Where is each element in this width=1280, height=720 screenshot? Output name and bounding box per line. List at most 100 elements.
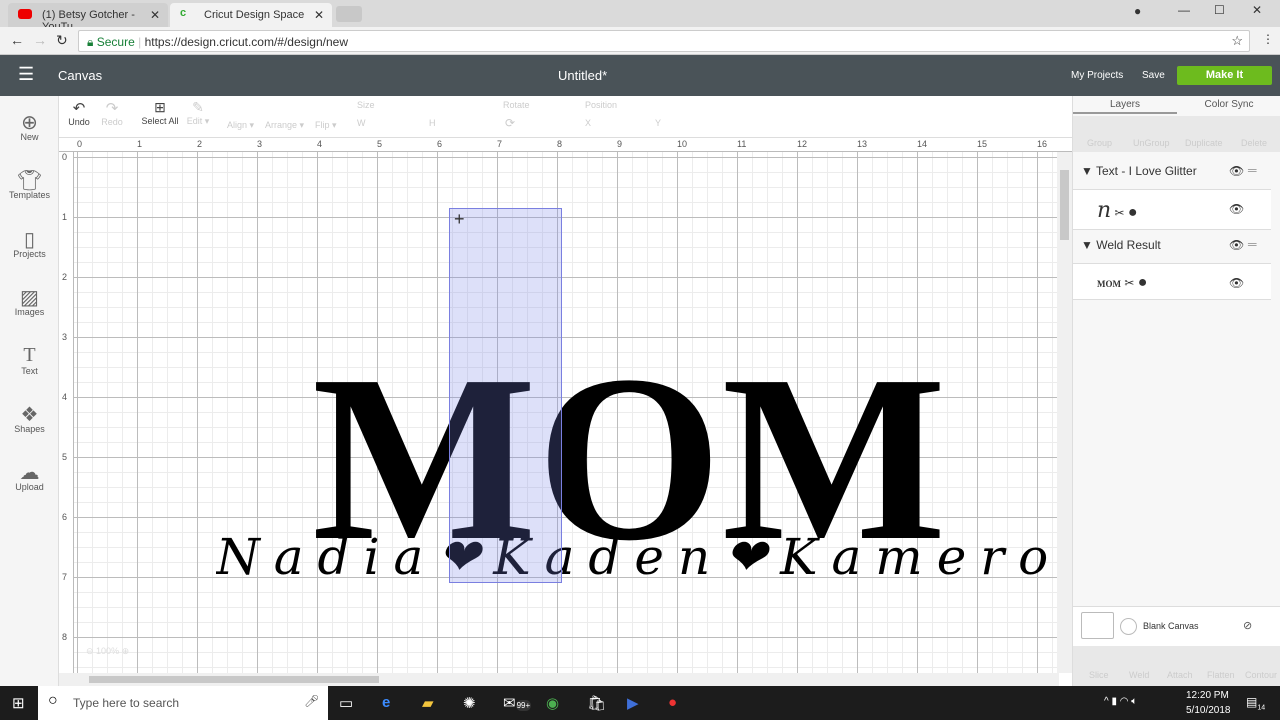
nav-new[interactable]: ⊕ New [0, 110, 59, 142]
width-input[interactable]: W [357, 118, 366, 128]
layer-name: Text - I Love Glitter [1096, 164, 1197, 178]
x-input[interactable]: X [585, 118, 591, 128]
nav-label: Templates [8, 190, 51, 200]
nav-projects[interactable]: ▯ Projects [0, 227, 59, 259]
cricut-app-icon[interactable]: ▶ [627, 694, 639, 712]
menu-icon[interactable]: ⋮ [1262, 32, 1274, 46]
eye-hidden-icon[interactable]: ⊘ [1243, 619, 1252, 632]
ruler-tick-label: 8 [557, 139, 563, 149]
eye-icon[interactable]: 👁︎ [1229, 202, 1244, 216]
drag-handle-icon[interactable]: ═ [1248, 237, 1257, 251]
tab-layers[interactable]: Layers [1073, 96, 1177, 114]
arrange-dropdown[interactable]: Arrange ▾ [265, 120, 304, 131]
color-swatch[interactable]: ● [1128, 204, 1138, 221]
app-icon[interactable]: ✺ [463, 694, 476, 712]
notification-icon[interactable]: ▤14 [1246, 695, 1265, 711]
nav-upload[interactable]: ☁ Upload [0, 460, 59, 492]
maximize-button[interactable]: ☐ [1214, 3, 1225, 17]
layer-group-text[interactable]: ▼ Text - I Love Glitter 👁︎ ═ [1073, 156, 1271, 190]
new-tab-button[interactable] [336, 6, 362, 22]
duplicate-button[interactable]: Duplicate [1185, 138, 1223, 148]
minimize-button[interactable]: — [1178, 3, 1190, 17]
back-icon[interactable]: ← [10, 32, 24, 48]
clock-time[interactable]: 12:20 PM [1186, 690, 1229, 701]
layer-item-weld[interactable]: MOM ✂ ● 👁︎ [1073, 264, 1271, 300]
nav-templates[interactable]: 👕︎ Templates [0, 168, 59, 200]
edit-label: Edit ▾ [186, 116, 210, 126]
nav-images[interactable]: ▨ Images [0, 285, 59, 317]
hamburger-icon[interactable]: ☰ [18, 64, 34, 85]
profile-icon[interactable]: ● [1134, 4, 1141, 18]
ruler-tick-label: 2 [62, 272, 68, 282]
size-label: Size [357, 100, 375, 110]
flatten-button[interactable]: Flatten [1207, 670, 1235, 680]
delete-button[interactable]: Delete [1241, 138, 1267, 148]
nav-shapes[interactable]: ❖ Shapes [0, 402, 59, 434]
search-placeholder: Type here to search [73, 696, 180, 710]
nav-text[interactable]: T Text [0, 344, 59, 376]
close-icon[interactable]: ✕ [314, 8, 324, 22]
blank-canvas-row[interactable]: Blank Canvas ⊘ [1073, 606, 1280, 646]
mail-icon[interactable]: ✉99+ [503, 694, 532, 712]
clock-date[interactable]: 5/10/2018 [1186, 705, 1231, 716]
drag-handle-icon[interactable]: ═ [1248, 163, 1257, 177]
forward-icon[interactable]: → [33, 32, 47, 48]
secure-label: Secure [96, 35, 135, 49]
layer-group-weld[interactable]: ▼ Weld Result 👁︎ ═ [1073, 230, 1271, 264]
undo-button[interactable]: ↶ Undo [67, 99, 91, 127]
y-input[interactable]: Y [655, 118, 661, 128]
edge-icon[interactable]: e [382, 694, 390, 711]
canvas-color-circle[interactable] [1120, 618, 1137, 635]
eye-icon[interactable]: 👁︎ [1229, 164, 1244, 178]
zoom-control[interactable]: ⊖ 100% ⊕ [86, 646, 129, 657]
mic-icon[interactable]: 🎤︎ [304, 694, 319, 708]
file-explorer-icon[interactable]: ▰ [422, 694, 434, 712]
edit-dropdown[interactable]: ✎ Edit ▾ [183, 99, 213, 127]
eye-icon[interactable]: 👁︎ [1229, 276, 1244, 290]
recorder-icon[interactable]: ● [668, 694, 677, 711]
nav-label: Projects [13, 249, 46, 259]
tab-cricut[interactable]: ϲ Cricut Design Space ✕ [170, 3, 332, 27]
selection-box[interactable] [449, 208, 562, 583]
tab-youtube[interactable]: (1) Betsy Gotcher - YouTu✕ [8, 3, 168, 33]
group-button[interactable]: Group [1087, 138, 1112, 148]
names-script-text[interactable]: Nadia❤Kaden❤Kameron [216, 528, 1057, 586]
close-window-button[interactable]: ✕ [1252, 3, 1262, 17]
color-swatch[interactable]: ● [1138, 274, 1148, 291]
height-input[interactable]: H [429, 118, 436, 128]
store-icon[interactable]: 🛍︎ [587, 694, 606, 712]
weld-button[interactable]: Weld [1129, 670, 1149, 680]
layer-item-text[interactable]: n ✂ ● 👁︎ [1073, 190, 1271, 230]
url-input[interactable]: 🔒︎ Secure | https://design.cricut.com/#/… [78, 30, 1250, 52]
ungroup-button[interactable]: UnGroup [1133, 138, 1170, 148]
close-icon[interactable]: ✕ [150, 8, 160, 22]
save-button[interactable]: Save [1142, 70, 1165, 81]
canvas-swatch[interactable] [1081, 612, 1114, 639]
task-view-icon[interactable]: ▭ [339, 694, 353, 712]
vertical-scrollbar[interactable] [1057, 152, 1072, 673]
attach-button[interactable]: Attach [1167, 670, 1193, 680]
reload-icon[interactable]: ↻ [56, 32, 68, 49]
select-all-button[interactable]: ⊞ Select All [141, 99, 179, 126]
redo-button[interactable]: ↷ Redo [99, 99, 125, 127]
make-it-button[interactable]: Make It [1177, 66, 1272, 85]
eye-icon[interactable]: 👁︎ [1229, 238, 1244, 252]
rotate-input[interactable]: ⟳ [505, 116, 515, 130]
blank-canvas-label: Blank Canvas [1143, 621, 1199, 631]
left-sidebar: ⊕ New 👕︎ Templates ▯ Projects ▨ Images T Text… [0, 96, 59, 686]
tab-title: Cricut Design Space [204, 9, 305, 21]
tab-color-sync[interactable]: Color Sync [1177, 96, 1280, 114]
my-projects-link[interactable]: My Projects [1071, 70, 1123, 81]
slice-button[interactable]: Slice [1089, 670, 1109, 680]
flip-dropdown[interactable]: Flip ▾ [315, 120, 337, 131]
taskbar-search[interactable]: ○ Type here to search 🎤︎ [38, 686, 328, 720]
windows-start-icon[interactable]: ⊞ [12, 694, 25, 712]
ruler-tick-label: 7 [62, 572, 68, 582]
contour-button[interactable]: Contour [1245, 670, 1277, 680]
horizontal-scrollbar[interactable] [59, 673, 1059, 686]
chrome-icon[interactable]: ◉ [546, 694, 559, 712]
ruler-tick-label: 5 [62, 452, 68, 462]
align-dropdown[interactable]: Align ▾ [227, 120, 254, 131]
star-icon[interactable]: ☆ [1231, 33, 1243, 49]
system-tray[interactable]: ^ ▮ ◠ 🔈︎ [1104, 696, 1137, 707]
